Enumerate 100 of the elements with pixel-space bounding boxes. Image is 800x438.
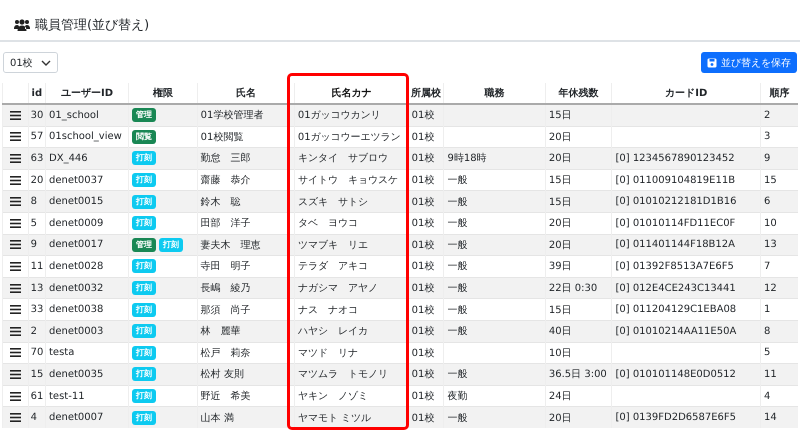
table-cell: 一般 [447, 175, 468, 186]
table-cell: denet0007 [49, 412, 104, 424]
role-badge: 打刻 [132, 259, 156, 274]
save-order-button[interactable]: 並び替えを保存 [701, 52, 797, 73]
table-cell: 01校 [412, 369, 434, 380]
table-cell: 01校 [412, 196, 434, 208]
drag-handle-icon[interactable] [10, 305, 21, 314]
drag-handle-icon[interactable] [10, 262, 21, 271]
table-cell: マツムラ トモノリ [298, 369, 388, 380]
drag-handle-icon[interactable] [10, 132, 21, 142]
school-select[interactable]: 01校 [3, 52, 58, 73]
table-cell: 20日 [548, 412, 572, 424]
role-badge: 打刻 [132, 302, 156, 317]
table-cell: 一般 [447, 283, 468, 294]
table-cell: 14 [764, 412, 777, 424]
table-cell: 野近 希美 [200, 391, 251, 402]
table-cell: 01校 [412, 132, 434, 143]
drag-handle-icon[interactable] [10, 110, 21, 120]
table-cell: 8 [30, 196, 37, 208]
table-cell: testa [49, 347, 74, 358]
table-cell: ツマブキ リエ [298, 240, 368, 251]
table-cell: 5 [764, 347, 770, 358]
table-cell: 39日 [548, 261, 572, 272]
page-title: 職員管理(並び替え) [35, 17, 150, 34]
table-cell: 01校 [412, 240, 434, 251]
table-cell: denet0009 [49, 218, 104, 229]
table-cell: 01school_view [49, 131, 122, 142]
drag-handle-icon[interactable] [10, 348, 21, 358]
table-cell: 13 [30, 282, 44, 294]
table-cell: 15 [764, 174, 777, 186]
table-cell: [0] 01010212181D1B16 [615, 196, 736, 208]
table-cell: サイトウ キョウスケ [298, 175, 398, 186]
table-cell: 61 [30, 390, 44, 402]
table-cell: 松村 友則 [200, 369, 244, 380]
role-badge: 打刻 [132, 346, 156, 360]
table-cell: 2 [30, 326, 37, 337]
table-cell: denet0038 [49, 304, 104, 316]
drag-handle-icon[interactable] [10, 392, 21, 401]
drag-handle-icon[interactable] [10, 326, 21, 336]
table-cell: [0] 01010214AA11E50A [615, 326, 736, 337]
drag-handle-icon[interactable] [10, 176, 21, 185]
table-cell: 15 [30, 368, 44, 380]
table-cell: denet0015 [49, 196, 104, 208]
table-cell: 15日 [548, 196, 572, 208]
table-cell: 1 [764, 304, 770, 316]
drag-handle-icon[interactable] [10, 197, 21, 206]
table-cell: テラダ アキコ [298, 261, 368, 272]
users-icon [14, 19, 30, 31]
table-cell: 20日 [548, 153, 572, 164]
drag-handle-icon[interactable] [10, 284, 21, 293]
table-cell: denet0035 [49, 368, 104, 380]
table-cell: 33 [30, 304, 44, 316]
table-cell: 一般 [447, 304, 468, 316]
table-cell: DX_446 [49, 152, 88, 164]
drag-handle-icon[interactable] [10, 240, 21, 250]
table-cell: 63 [30, 152, 44, 164]
table-cell: 7 [764, 260, 770, 272]
table-cell: 8 [764, 326, 770, 337]
table-cell: 01校 [412, 153, 434, 164]
table-cell: 田部 洋子 [200, 218, 251, 230]
table-cell: 01校 [412, 348, 434, 359]
table-cell: 9 [30, 239, 37, 250]
table-cell: 一般 [447, 218, 468, 230]
role-badge: 打刻 [132, 194, 156, 209]
table-cell: ハヤシ レイカ [298, 326, 368, 338]
table-cell: 01校 [412, 261, 434, 272]
table-cell: 36.5日 3:00 [548, 369, 607, 380]
table-cell: [0] 0139FD2D6587E6F5 [615, 412, 736, 424]
drag-handle-icon[interactable] [10, 413, 21, 422]
table-cell: マツド リナ [298, 348, 358, 359]
drag-handle-icon[interactable] [10, 154, 21, 163]
role-badge: 打刻 [132, 216, 156, 230]
table-cell: 10日 [548, 348, 572, 359]
table-cell: 松戸 莉奈 [200, 348, 251, 359]
table-cell: [0] 011204129C1EBA08 [615, 304, 736, 316]
table-cell: [0] 012E4CE243C13441 [615, 282, 736, 294]
table-cell: 15日 [548, 175, 572, 186]
table-cell: 長嶋 綾乃 [200, 283, 251, 294]
table-cell: denet0032 [49, 282, 104, 294]
role-badge: 管理 [132, 108, 156, 122]
table-cell: 20日 [548, 218, 572, 230]
role-badge: 打刻 [132, 173, 156, 188]
drag-handle-icon[interactable] [10, 370, 21, 379]
table-cell: 20日 [548, 240, 572, 251]
table-cell: [0] 01010114FD11EC0F [615, 218, 736, 229]
table-cell: 01学校管理者 [200, 110, 264, 122]
table-cell: 齋藤 恭介 [200, 175, 251, 186]
table-cell: 5 [30, 218, 37, 229]
table-cell: 夜勤 [447, 391, 468, 402]
table-cell: 6 [764, 196, 770, 208]
table-cell: 01校 [412, 218, 434, 230]
table-cell: 01ガッコウーエツラン [298, 132, 401, 143]
drag-handle-icon[interactable] [10, 218, 21, 228]
table-cell: 11 [764, 368, 777, 380]
table-cell: 01校 [412, 326, 434, 338]
table-cell: 一般 [447, 240, 468, 251]
table-cell: 那須 尚子 [200, 304, 251, 316]
table-cell: 12 [764, 282, 777, 294]
table-cell: 妻夫木 理恵 [200, 240, 261, 251]
table-cell: 22日 0:30 [548, 283, 598, 294]
